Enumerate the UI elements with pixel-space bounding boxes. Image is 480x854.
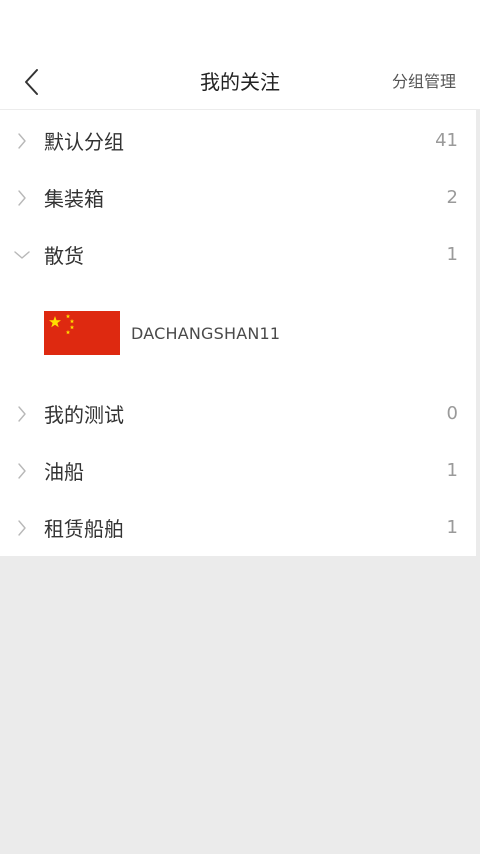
empty-background xyxy=(0,556,480,854)
chevron-right-icon xyxy=(14,189,30,206)
navigation-bar: 我的关注 分组管理 xyxy=(0,54,480,110)
chevron-right-icon xyxy=(14,519,30,536)
chevron-left-icon xyxy=(25,69,38,95)
group-manage-button[interactable]: 分组管理 xyxy=(392,54,456,110)
group-row-my-test[interactable]: 我的测试 0 xyxy=(0,385,476,442)
group-count: 1 xyxy=(446,460,458,481)
chevron-down-icon xyxy=(14,247,30,263)
china-flag-icon xyxy=(44,311,120,355)
group-count: 2 xyxy=(446,187,458,208)
group-name: 油船 xyxy=(44,460,84,484)
group-name: 散货 xyxy=(44,244,84,268)
group-name: 集装箱 xyxy=(44,187,104,211)
chevron-right-icon xyxy=(14,405,30,422)
group-name: 我的测试 xyxy=(44,403,124,427)
group-count: 41 xyxy=(435,130,458,151)
screen: 我的关注 分组管理 默认分组 41 集装箱 2 散货 1 DACHANGSHAN… xyxy=(0,0,480,854)
group-count: 1 xyxy=(446,244,458,265)
group-row-default[interactable]: 默认分组 41 xyxy=(0,112,476,169)
group-count: 0 xyxy=(446,403,458,424)
group-count: 1 xyxy=(446,517,458,538)
group-name: 租赁船舶 xyxy=(44,517,124,541)
ship-name: DACHANGSHAN11 xyxy=(131,324,281,343)
chevron-right-icon xyxy=(14,132,30,149)
group-row-container[interactable]: 集装箱 2 xyxy=(0,169,476,226)
group-row-bulk[interactable]: 散货 1 xyxy=(0,226,476,283)
ship-row[interactable]: DACHANGSHAN11 xyxy=(0,283,476,385)
group-row-tanker[interactable]: 油船 1 xyxy=(0,442,476,499)
chevron-right-icon xyxy=(14,462,30,479)
group-row-leased-ships[interactable]: 租赁船舶 1 xyxy=(0,499,476,556)
back-button[interactable] xyxy=(14,64,50,100)
group-name: 默认分组 xyxy=(44,130,124,154)
status-bar xyxy=(0,0,480,54)
group-list: 默认分组 41 集装箱 2 散货 1 DACHANGSHAN11 我的测试 0 … xyxy=(0,110,476,556)
